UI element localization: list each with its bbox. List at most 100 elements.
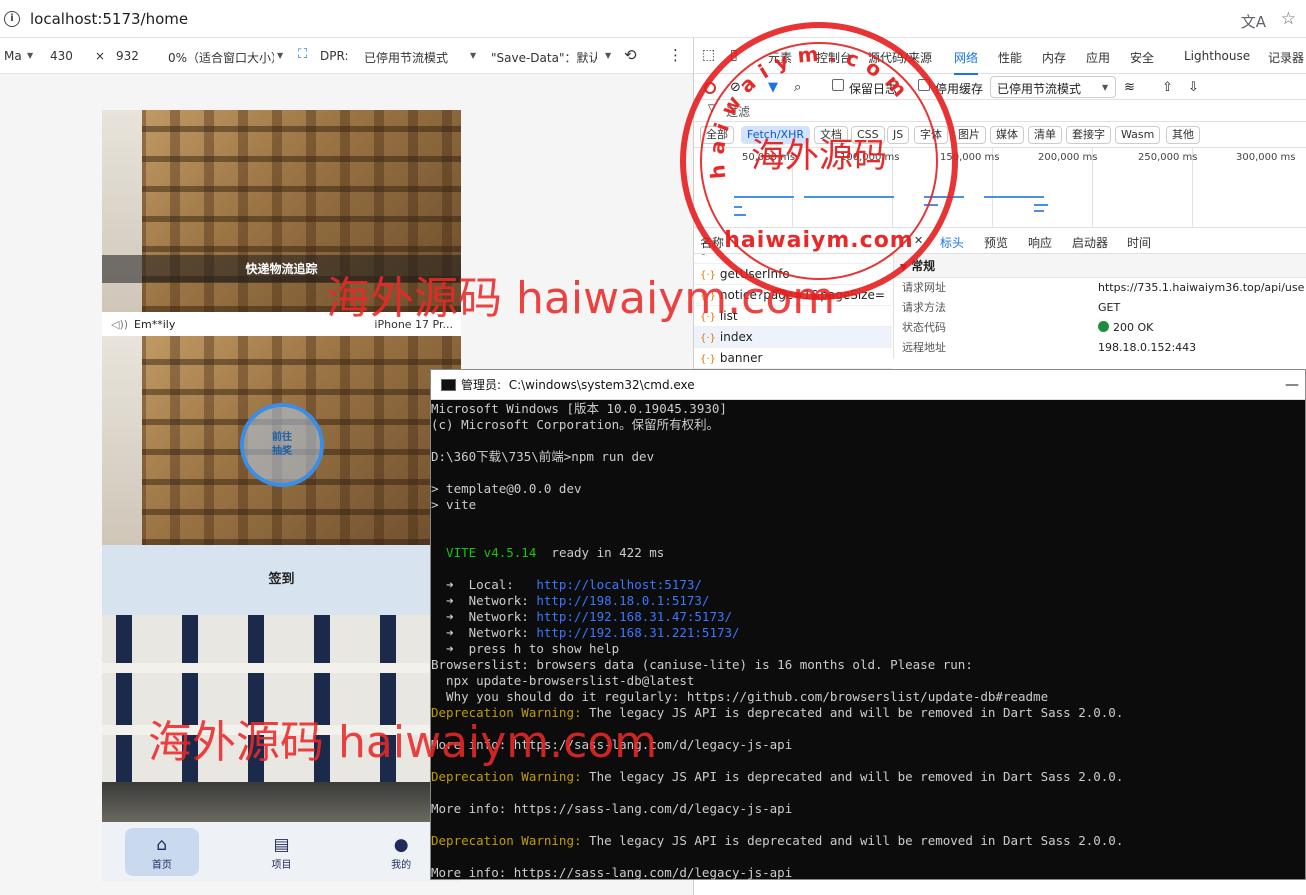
times-sign: × [95,49,106,63]
save-data-select[interactable]: "Save-Data"：默认 [491,49,597,66]
lottery-line2: 抽奖 [272,446,292,457]
speaker-icon: ◁)) [111,317,129,331]
cmd-line [431,785,1305,801]
cmd-line [431,513,1305,529]
tab-application[interactable]: 应用 [1086,49,1110,66]
throttle-select[interactable]: 已停用节流模式 [364,49,448,66]
tab-response[interactable]: 响应 [1028,234,1052,251]
tab-mine[interactable]: ● 我的 [364,828,438,876]
type-media[interactable]: 媒体 [990,126,1024,144]
cmd-window[interactable]: 管理员: C:\windows\system32\cmd.exe — Micro… [430,369,1306,880]
cmd-line: Browserslist: browsers data (caniuse-lit… [431,657,973,672]
chevron-down-icon: ▼ [27,51,34,60]
cmd-line: ➜ press h to show help [431,641,620,656]
cmd-line: npx update-browserslist-db@latest [431,673,695,688]
type-socket[interactable]: 套接字 [1066,126,1111,144]
rotate-icon[interactable]: ⟲ [624,46,637,64]
list-item[interactable]: {·} banner [694,348,892,369]
document-icon: ▤ [273,835,290,855]
cmd-line [431,849,1305,865]
device-select[interactable]: Ma [4,49,22,63]
cmd-line: ➜ Network: http://198.18.0.1:5173/ [431,593,710,608]
watermark-stamp: haiwaiym.com 海外源码 haiwaiym.com [680,22,958,300]
stamp-cn: 海外源码 [751,136,887,176]
cmd-line [431,433,1305,449]
type-manifest[interactable]: 清单 [1028,126,1062,144]
notice-user: Em**ily [134,317,176,331]
timeline-label: 300,000 ms [1236,152,1296,163]
type-img[interactable]: 图片 [952,126,986,144]
width-input[interactable]: 430 [50,49,73,63]
cmd-line: Deprecation Warning: The legacy JS API i… [431,833,1124,848]
detail-row: 状态代码 200 OK [902,321,1154,334]
zoom-select[interactable]: 0%（适合窗口大小） [168,49,274,66]
cmd-line: > template@0.0.0 dev [431,481,582,496]
tab-network[interactable]: 网络 [954,49,979,75]
cmd-line [431,529,1305,545]
tab-timing[interactable]: 时间 [1127,234,1151,251]
chevron-down-icon: ▼ [277,51,284,60]
bookmark-star-icon[interactable]: ☆ [1281,9,1296,29]
general-section-header[interactable]: ▼ 常规 [894,254,1306,278]
cmd-title: C:\windows\system32\cmd.exe [508,378,695,392]
tab-home[interactable]: ⌂ 首页 [124,828,199,876]
height-input[interactable]: 932 [116,49,139,63]
cmd-line: Deprecation Warning: The legacy JS API i… [431,769,1124,784]
cmd-title-prefix: 管理员: [461,378,502,392]
cmd-line: Why you should do it regularly: https://… [431,689,1049,704]
cmd-line [431,561,1305,577]
chevron-down-icon: ▼ [470,51,477,60]
upload-icon[interactable]: ⇧ [1162,80,1173,95]
tab-performance[interactable]: 性能 [998,49,1022,66]
cmd-output: Microsoft Windows [版本 10.0.19045.3930] (c… [431,400,1305,881]
throttle-dropdown[interactable]: 已停用节流模式 [990,76,1116,98]
minimize-icon[interactable]: — [1285,370,1299,400]
translate-icon[interactable]: 文A [1241,11,1266,32]
type-wasm[interactable]: Wasm [1115,126,1161,144]
tab-preview[interactable]: 预览 [984,234,1008,251]
cmd-line: Microsoft Windows [版本 10.0.19045.3930] [431,401,727,416]
more-icon[interactable]: ⋮ [668,46,683,64]
cmd-line: > vite [431,497,477,512]
signin-button[interactable]: 签到 [102,545,461,615]
tab-home-label: 首页 [151,860,172,871]
lottery-line1: 前往 [272,432,292,443]
tab-security[interactable]: 安全 [1130,49,1154,66]
request-details: ▼ 常规 请求网址 https://735.1.haiwaiym36.top/ap… [893,254,1306,358]
tab-initiator[interactable]: 启动器 [1072,234,1108,251]
timeline-label: 250,000 ms [1138,152,1198,163]
tab-lighthouse[interactable]: Lighthouse [1184,49,1250,63]
cmd-line: VITE v4.5.14 ready in 422 ms [431,545,665,560]
chevron-down-icon: ▼ [605,51,612,60]
site-info-icon[interactable]: i [4,10,20,27]
status-ok-icon [1098,321,1109,332]
cmd-line: More info: https://sass-lang.com/d/legac… [431,865,793,880]
type-other[interactable]: 其他 [1166,126,1200,144]
timeline-label: 200,000 ms [1038,152,1098,163]
cmd-line: ➜ Local: http://localhost:5173/ [431,577,702,592]
dpr-icon: ⛶ [298,47,308,62]
download-icon[interactable]: ⇩ [1188,80,1199,95]
watermark-text: 海外源码 haiwaiym.com [148,717,658,768]
cmd-line: More info: https://sass-lang.com/d/legac… [431,801,793,816]
cmd-icon [441,379,456,391]
tab-recorder[interactable]: 记录器 [1268,49,1306,66]
url-text[interactable]: localhost:5173/home [30,10,188,28]
address-bar: i localhost:5173/home 文A ☆ [0,0,1306,38]
stamp-en: haiwaiym.com [724,228,914,253]
throttle-dropdown-label: 已停用节流模式 [997,82,1082,96]
wifi-icon[interactable]: ≋ [1124,80,1135,95]
list-item[interactable]: {·} index [694,327,892,348]
tab-projects[interactable]: ▤ 项目 [244,828,318,876]
detail-row: 请求方法 GET [902,301,1121,314]
cmd-line: D:\360下载\735\前端>npm run dev [431,449,655,464]
cmd-titlebar[interactable]: 管理员: C:\windows\system32\cmd.exe — [431,370,1305,400]
lottery-button[interactable]: 前往 抽奖 [240,403,324,487]
detail-row: 远程地址 198.18.0.152:443 [902,341,1197,354]
home-icon: ⌂ [156,835,168,855]
chevron-down-icon: ▼ [1102,83,1109,92]
cmd-line [431,465,1305,481]
detail-row: 请求网址 https://735.1.haiwaiym36.top/api/use [902,281,1305,294]
tab-mine-label: 我的 [391,860,412,871]
tab-memory[interactable]: 内存 [1042,49,1066,66]
